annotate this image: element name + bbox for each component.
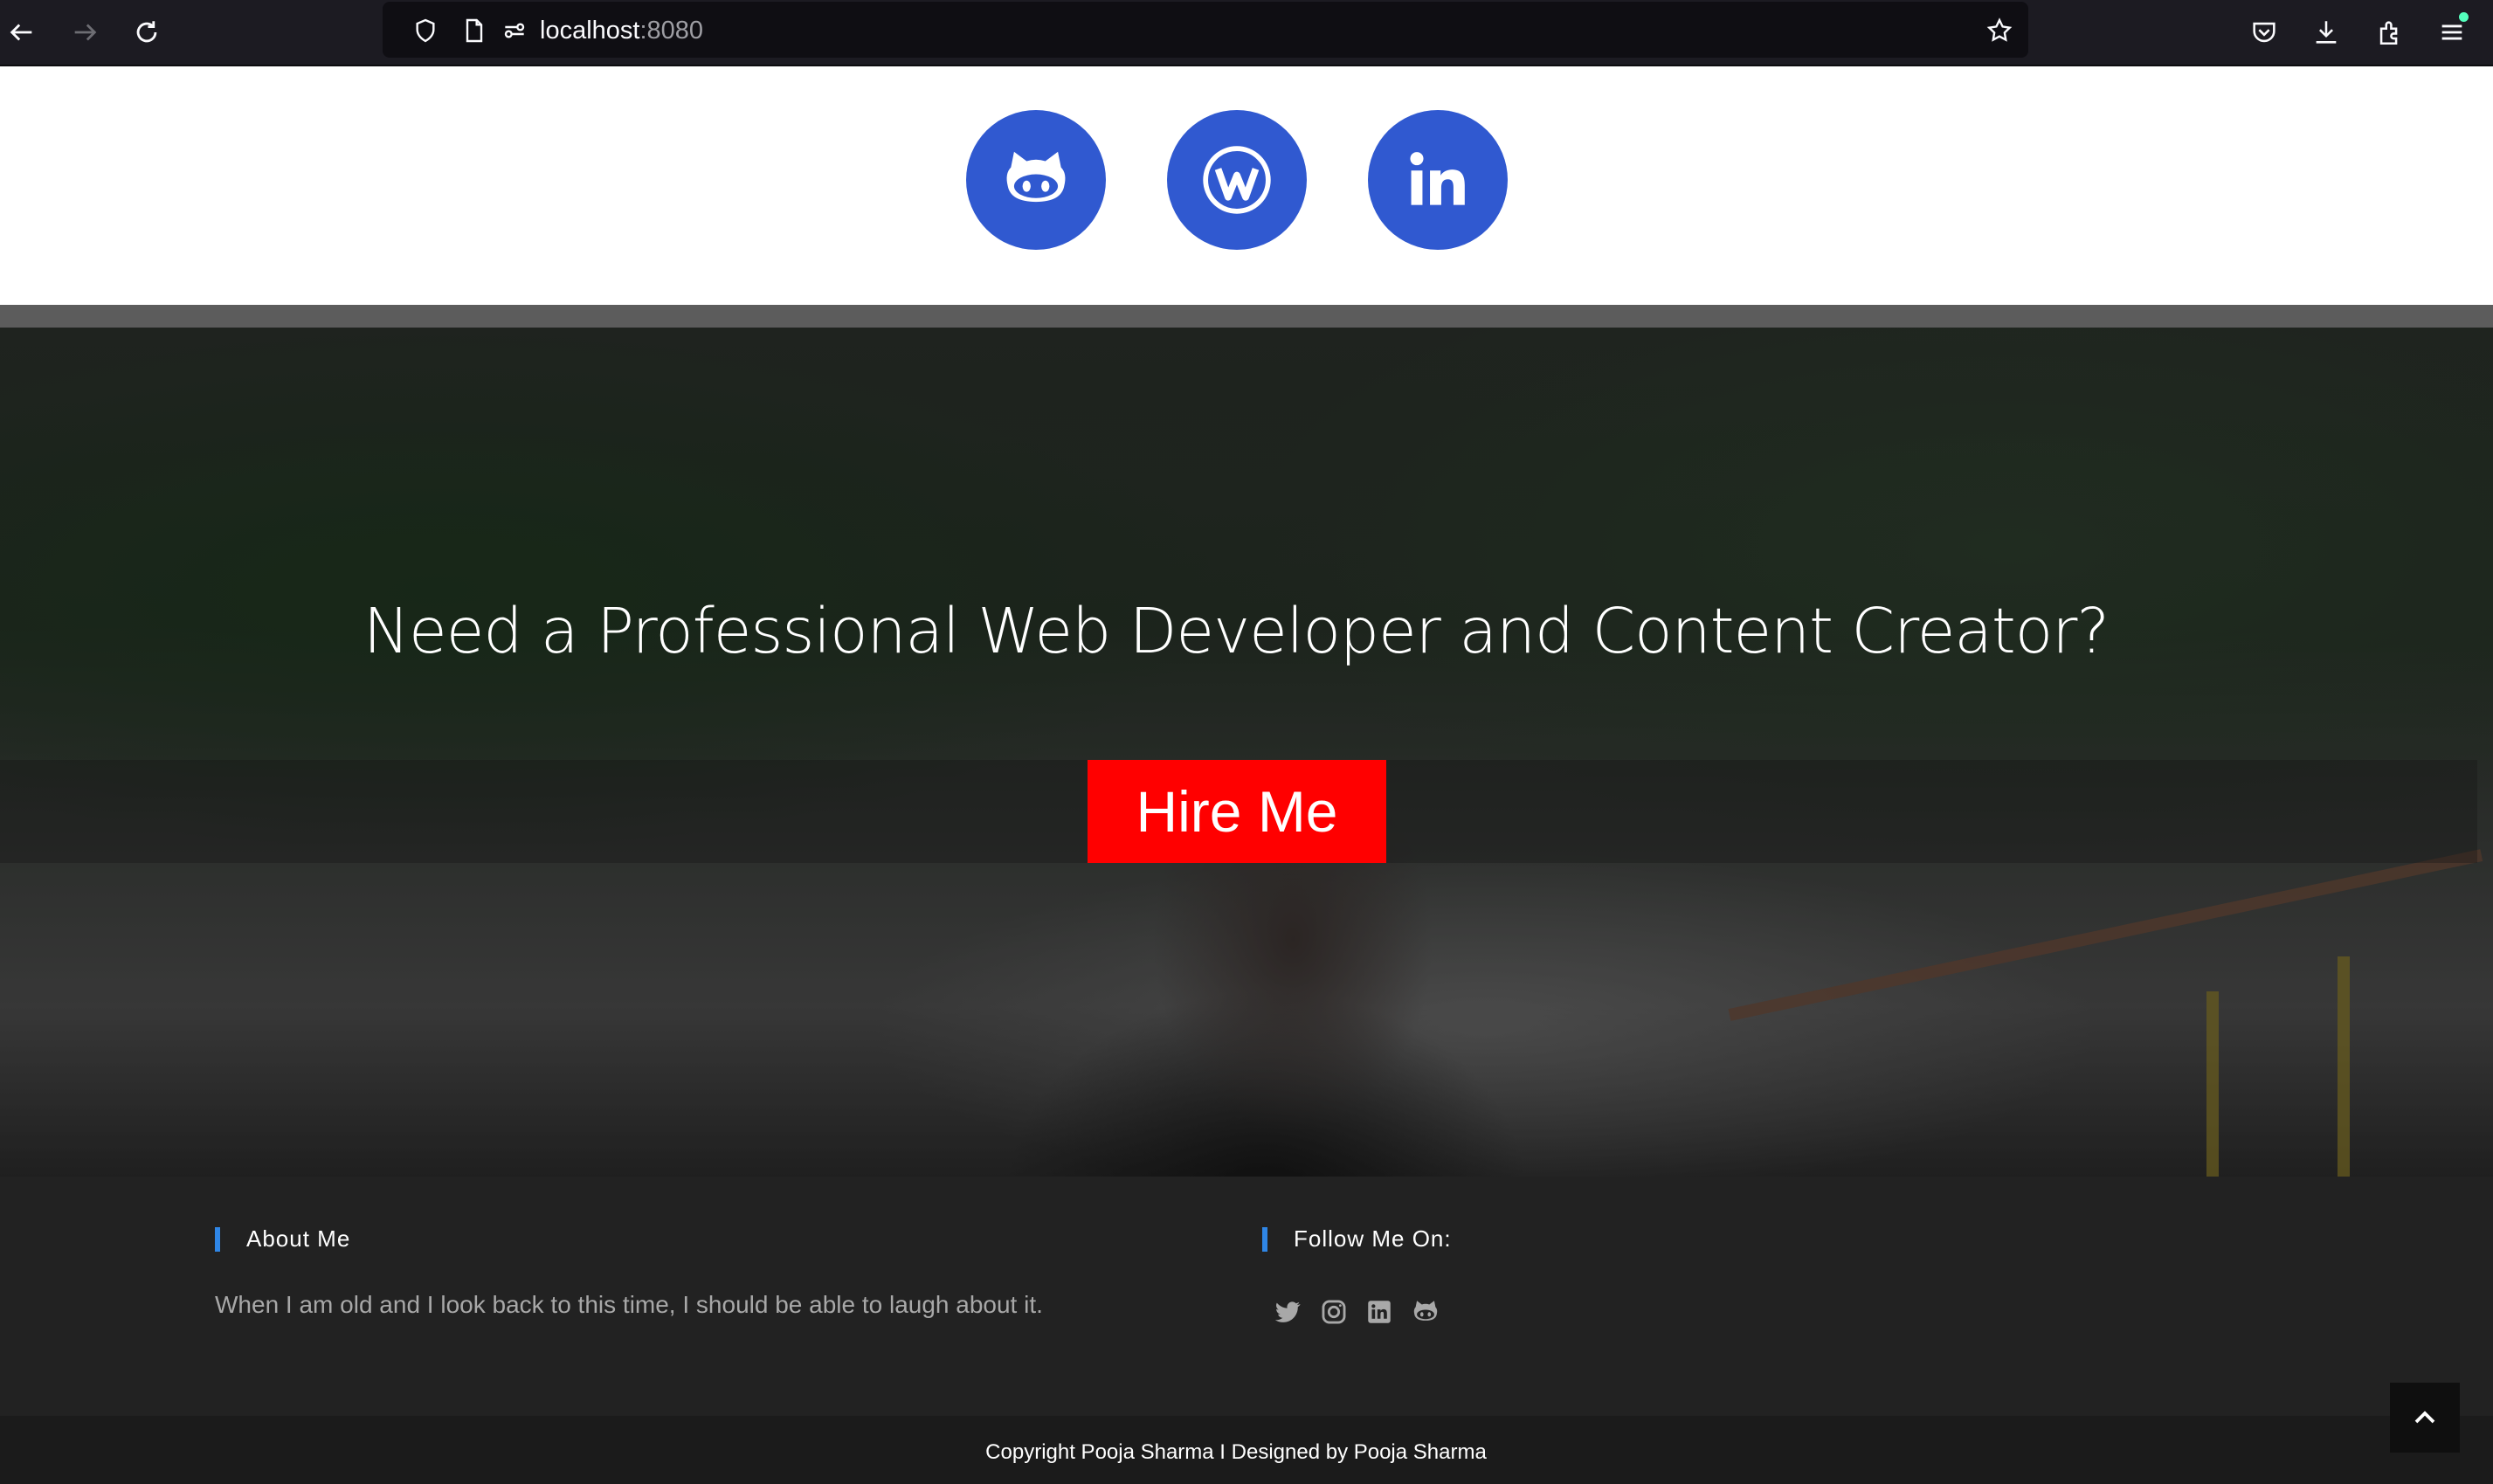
- hire-me-button[interactable]: Hire Me: [1088, 760, 1386, 863]
- github-link[interactable]: [966, 110, 1106, 250]
- forward-icon[interactable]: [65, 12, 105, 52]
- permissions-icon[interactable]: [500, 16, 529, 45]
- hero-section: Need a Professional Web Developer and Co…: [0, 328, 2493, 1177]
- shield-icon[interactable]: [411, 16, 440, 45]
- footer: About Me When I am old and I look back t…: [0, 1177, 2493, 1416]
- wordpress-icon: [1203, 146, 1271, 214]
- pocket-icon[interactable]: [2244, 12, 2284, 52]
- about-text: When I am old and I look back to this ti…: [215, 1291, 1043, 1318]
- chevron-up-icon: [2414, 1411, 2435, 1424]
- github-icon: [1006, 151, 1066, 203]
- update-indicator: [2459, 12, 2469, 22]
- page-icon[interactable]: [459, 16, 489, 45]
- browser-toolbar: localhost:8080: [0, 0, 2493, 66]
- linkedin-footer-link[interactable]: [1363, 1295, 1396, 1329]
- hero-overlay: [0, 328, 2493, 1177]
- github-icon: [1413, 1301, 1438, 1321]
- twitter-icon: [1274, 1301, 1301, 1322]
- url-host: localhost: [540, 17, 640, 45]
- url-bar[interactable]: localhost:8080: [383, 2, 2028, 58]
- linkedin-link[interactable]: [1368, 110, 1508, 250]
- url-text: localhost:8080: [540, 17, 703, 45]
- about-heading: About Me: [215, 1225, 350, 1253]
- linkedin-icon: [1368, 1301, 1391, 1323]
- section-separator: [0, 305, 2493, 328]
- social-links-band: [0, 68, 2493, 305]
- back-icon[interactable]: [2, 12, 42, 52]
- instagram-icon: [1322, 1300, 1346, 1324]
- bookmark-star-icon[interactable]: [1985, 16, 2014, 45]
- extensions-icon[interactable]: [2370, 12, 2410, 52]
- back-to-top-button[interactable]: [2390, 1383, 2460, 1453]
- reload-icon[interactable]: [127, 12, 167, 52]
- linkedin-icon: [1410, 152, 1465, 205]
- instagram-link[interactable]: [1317, 1295, 1350, 1329]
- copyright-bar: Copyright Pooja Sharma I Designed by Poo…: [0, 1416, 2493, 1484]
- follow-heading: Follow Me On:: [1262, 1225, 1452, 1253]
- download-icon[interactable]: [2306, 12, 2346, 52]
- github-footer-link[interactable]: [1409, 1295, 1442, 1329]
- copyright-text: Copyright Pooja Sharma I Designed by Poo…: [985, 1440, 1487, 1464]
- twitter-link[interactable]: [1271, 1295, 1304, 1329]
- hero-title: Need a Professional Web Developer and Co…: [363, 595, 2110, 667]
- wordpress-link[interactable]: [1167, 110, 1307, 250]
- url-port: :8080: [639, 17, 704, 45]
